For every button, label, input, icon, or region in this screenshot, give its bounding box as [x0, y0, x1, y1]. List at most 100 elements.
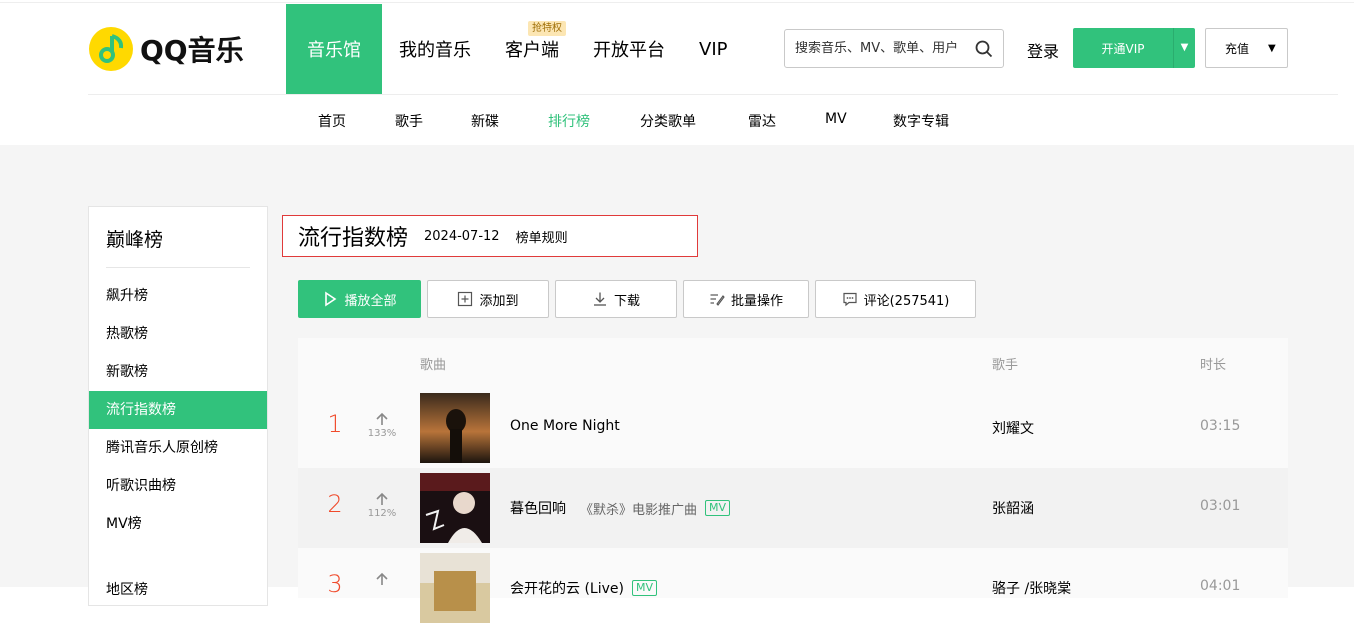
column-header-song: 歌曲	[420, 358, 447, 373]
search-box[interactable]	[784, 29, 1004, 68]
column-header-artist: 歌手	[992, 358, 1019, 373]
sidebar-item-region[interactable]: 地区榜	[89, 571, 267, 609]
nav-item-open-platform[interactable]: 开放平台	[576, 4, 682, 94]
login-link[interactable]: 登录	[1027, 38, 1059, 62]
sub-nav: 首页 歌手 新碟 排行榜 分类歌单 雷达 MV 数字专辑	[0, 95, 1354, 145]
add-to-button[interactable]: 添加到	[427, 280, 549, 318]
song-table: 歌曲 歌手 时长 1 133% One More Night 刘耀文 03:15…	[298, 338, 1288, 623]
rank-trend: 133%	[366, 412, 398, 439]
rank-trend	[366, 572, 398, 588]
song-info: 暮色回响 《默杀》电影推广曲 MV	[510, 498, 731, 518]
comments-button[interactable]: 评论(257541)	[815, 280, 976, 318]
album-cover[interactable]	[420, 473, 490, 543]
subnav-item-charts[interactable]: 排行榜	[548, 111, 590, 131]
rank-trend: 112%	[366, 492, 398, 519]
sidebar-item-hot[interactable]: 热歌榜	[89, 315, 267, 353]
subnav-item-home[interactable]: 首页	[318, 111, 346, 131]
download-label: 下载	[613, 293, 640, 309]
sidebar-item-soaring[interactable]: 飙升榜	[89, 277, 267, 315]
caret-down-icon: ▼	[1268, 42, 1276, 54]
song-info: One More Night	[510, 418, 620, 434]
trend-value: 112%	[367, 508, 397, 519]
nav-item-music-hall[interactable]: 音乐馆	[286, 4, 382, 94]
brand-name: QQ音乐	[140, 34, 244, 67]
play-all-button[interactable]: 播放全部	[298, 280, 421, 318]
main-nav: 音乐馆 我的音乐 客户端 抢特权 开放平台 VIP	[286, 4, 744, 94]
arrow-up-icon	[376, 492, 388, 505]
batch-operations-button[interactable]: 批量操作	[683, 280, 809, 318]
comment-icon	[843, 292, 857, 307]
sidebar-item-original[interactable]: 腾讯音乐人原创榜	[89, 429, 267, 467]
top-header: QQ音乐 音乐馆 我的音乐 客户端 抢特权 开放平台 VIP 登录 开通VIP …	[0, 0, 1354, 94]
trend-value: 133%	[367, 428, 397, 439]
qq-music-logo-icon	[89, 27, 133, 71]
comments-label: 评论(257541)	[863, 293, 950, 309]
subnav-item-digital-albums[interactable]: 数字专辑	[893, 111, 949, 131]
sidebar-item-recognize[interactable]: 听歌识曲榜	[89, 467, 267, 505]
open-vip-label: 开通VIP	[1101, 41, 1145, 56]
search-input[interactable]	[795, 41, 973, 56]
chart-title-box: 流行指数榜 2024-07-12 榜单规则	[282, 215, 698, 257]
sidebar-item-new[interactable]: 新歌榜	[89, 353, 267, 391]
search-icon[interactable]	[975, 40, 993, 58]
song-info: 会开花的云 (Live) MV	[510, 578, 657, 598]
privilege-badge: 抢特权	[528, 21, 566, 36]
nav-item-vip[interactable]: VIP	[682, 4, 744, 94]
add-icon	[458, 291, 473, 307]
nav-item-my-music[interactable]: 我的音乐	[382, 4, 488, 94]
rank-number: 3	[327, 570, 343, 598]
song-duration: 04:01	[1200, 578, 1241, 594]
recharge-button[interactable]: 充值 ▼	[1205, 28, 1288, 68]
qq-music-logo[interactable]: QQ音乐	[88, 24, 258, 74]
mv-badge[interactable]: MV	[631, 580, 657, 596]
batch-operations-label: 批量操作	[730, 293, 783, 309]
song-title[interactable]: One More Night	[510, 418, 620, 434]
album-cover[interactable]	[420, 553, 490, 623]
artist-name[interactable]: 张韶涵	[992, 498, 1034, 518]
song-title[interactable]: 会开花的云 (Live)	[510, 578, 624, 598]
mv-badge[interactable]: MV	[705, 500, 731, 516]
batch-edit-icon	[710, 294, 725, 306]
play-icon	[325, 291, 337, 307]
table-row[interactable]: 1 133% One More Night 刘耀文 03:15	[298, 388, 1288, 468]
song-subtitle: 《默杀》电影推广曲	[580, 502, 698, 518]
artist-name[interactable]: 骆子 /张晓棠	[992, 578, 1071, 598]
album-cover[interactable]	[420, 393, 490, 463]
subnav-item-playlists[interactable]: 分类歌单	[640, 111, 696, 131]
song-duration: 03:15	[1200, 418, 1241, 434]
nav-label: 音乐馆	[307, 40, 361, 61]
chart-date: 2024-07-12	[424, 228, 500, 244]
chart-title: 流行指数榜	[298, 226, 409, 251]
sidebar-item-popularity[interactable]: 流行指数榜	[89, 391, 267, 429]
add-to-label: 添加到	[479, 293, 519, 309]
open-vip-button[interactable]: 开通VIP ▼	[1073, 28, 1195, 68]
subnav-item-radar[interactable]: 雷达	[748, 111, 776, 131]
recharge-label: 充值	[1224, 41, 1249, 56]
download-button[interactable]: 下载	[555, 280, 677, 318]
table-row[interactable]: 3 会开花的云 (Live) MV 骆子 /张晓棠 04:01	[298, 548, 1288, 628]
song-duration: 03:01	[1200, 498, 1241, 514]
chart-rules-link[interactable]: 榜单规则	[516, 227, 568, 246]
nav-label: 开放平台	[593, 40, 665, 61]
download-icon	[593, 292, 606, 306]
chart-sidebar: 巅峰榜 飙升榜 热歌榜 新歌榜 流行指数榜 腾讯音乐人原创榜 听歌识曲榜 MV榜…	[88, 206, 268, 606]
nav-label: VIP	[699, 38, 728, 60]
column-header-duration: 时长	[1200, 358, 1227, 373]
caret-down-icon[interactable]: ▼	[1173, 28, 1195, 68]
rank-number: 1	[327, 410, 343, 438]
sidebar-divider	[106, 267, 250, 268]
table-row[interactable]: 2 112% 暮色回响 《默杀》电影推广曲 MV 张韶涵 03:01	[298, 468, 1288, 548]
sidebar-item-mv[interactable]: MV榜	[89, 505, 267, 543]
song-title[interactable]: 暮色回响	[510, 498, 566, 518]
artist-name[interactable]: 刘耀文	[992, 418, 1034, 438]
nav-label: 客户端	[505, 40, 559, 61]
nav-label: 我的音乐	[399, 40, 471, 61]
play-all-label: 播放全部	[344, 293, 397, 309]
subnav-item-new-albums[interactable]: 新碟	[471, 111, 499, 131]
arrow-up-icon	[376, 412, 388, 425]
rank-number: 2	[327, 490, 343, 518]
nav-item-client[interactable]: 客户端 抢特权	[488, 4, 576, 94]
subnav-item-mv[interactable]: MV	[825, 111, 847, 127]
subnav-item-singers[interactable]: 歌手	[395, 111, 423, 131]
arrow-up-icon	[376, 572, 388, 585]
